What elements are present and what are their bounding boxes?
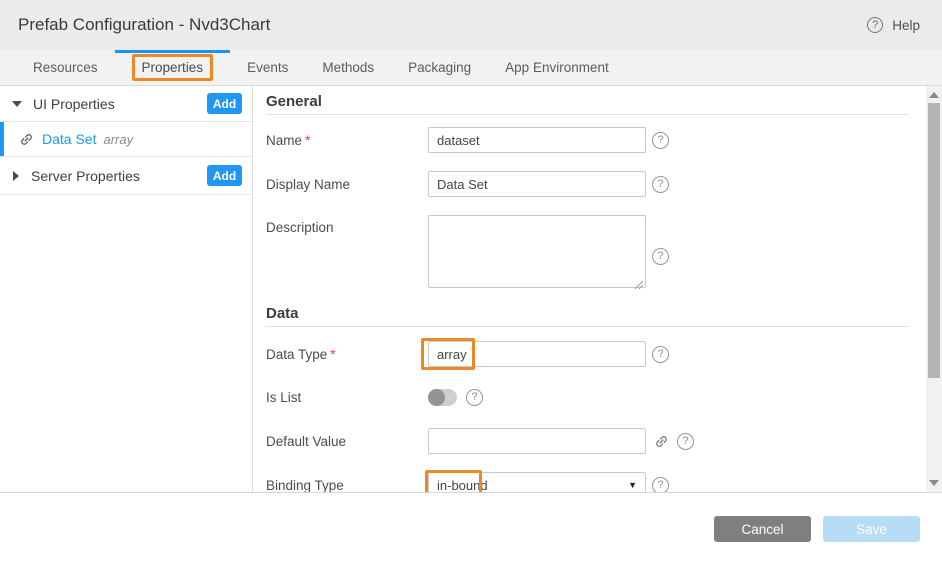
tab-label: Resources — [33, 60, 98, 75]
tab-resources[interactable]: Resources — [16, 50, 115, 85]
tab-packaging[interactable]: Packaging — [391, 50, 488, 85]
page-title: Prefab Configuration - Nvd3Chart — [18, 15, 270, 35]
is-list-toggle[interactable] — [428, 389, 457, 406]
tab-properties[interactable]: Properties — [115, 50, 231, 85]
field-label: Default Value — [266, 434, 428, 449]
display-name-help-icon[interactable]: ? — [652, 176, 669, 193]
field-label: Display Name — [266, 177, 428, 192]
link-icon — [16, 128, 37, 149]
required-asterisk: * — [330, 347, 335, 362]
tab-label: Methods — [322, 60, 374, 75]
field-label: Name* — [266, 133, 428, 148]
chevron-right-icon — [13, 171, 19, 181]
description-textarea[interactable] — [428, 215, 646, 288]
sidebar-group-label: Server Properties — [31, 168, 207, 184]
property-item-label: Data Set — [42, 131, 96, 147]
required-asterisk: * — [305, 133, 310, 148]
dialog-body: UI Properties Add Data Set array Server … — [0, 86, 942, 493]
tab-app-environment[interactable]: App Environment — [488, 50, 626, 85]
display-name-input[interactable] — [428, 171, 646, 197]
help-button[interactable]: ? Help — [867, 17, 920, 33]
field-label: Data Type* — [266, 347, 428, 362]
sidebar-group-server-properties[interactable]: Server Properties Add — [0, 157, 252, 195]
field-row-data-type: Data Type* ? — [266, 341, 926, 367]
tab-bar: Resources Properties Events Methods Pack… — [0, 50, 942, 86]
field-row-binding-type: Binding Type in-bound ▼ ? — [266, 472, 926, 492]
vertical-scrollbar[interactable] — [926, 86, 942, 492]
name-help-icon[interactable]: ? — [652, 132, 669, 149]
description-help-icon[interactable]: ? — [652, 248, 669, 265]
field-row-default-value: Default Value ? — [266, 428, 926, 454]
field-label: Description — [266, 215, 428, 235]
tab-label: App Environment — [505, 60, 609, 75]
property-form: General Name* ? Display Name ? Descripti — [253, 86, 926, 492]
scroll-down-icon[interactable] — [929, 480, 939, 486]
tab-methods[interactable]: Methods — [305, 50, 391, 85]
tab-label: Events — [247, 60, 288, 75]
save-button[interactable]: Save — [823, 516, 920, 542]
binding-type-select[interactable]: in-bound ▼ — [428, 472, 646, 492]
default-value-input[interactable] — [428, 428, 646, 454]
scrollbar-thumb[interactable] — [928, 103, 940, 378]
prefab-configuration-dialog: Prefab Configuration - Nvd3Chart ? Help … — [0, 0, 942, 562]
binding-type-value: in-bound — [437, 478, 488, 493]
field-row-description: Description ? — [266, 215, 926, 293]
sidebar-group-label: UI Properties — [33, 96, 207, 112]
toggle-knob — [428, 389, 445, 406]
sidebar-item-data-set[interactable]: Data Set array — [0, 122, 252, 157]
data-type-help-icon[interactable]: ? — [652, 346, 669, 363]
name-input[interactable] — [428, 127, 646, 153]
sidebar-group-ui-properties[interactable]: UI Properties Add — [0, 86, 252, 122]
help-label: Help — [892, 18, 920, 33]
dropdown-arrow-icon: ▼ — [628, 480, 637, 490]
properties-sidebar: UI Properties Add Data Set array Server … — [0, 86, 253, 492]
cancel-button[interactable]: Cancel — [714, 516, 811, 542]
field-label: Binding Type — [266, 478, 428, 493]
tab-events[interactable]: Events — [230, 50, 305, 85]
chevron-down-icon — [12, 101, 22, 107]
scroll-up-icon[interactable] — [929, 92, 939, 98]
add-ui-property-button[interactable]: Add — [207, 93, 242, 114]
tab-label-highlighted: Properties — [132, 54, 214, 81]
section-heading-general: General — [266, 95, 909, 115]
tab-label: Packaging — [408, 60, 471, 75]
default-value-help-icon[interactable]: ? — [677, 433, 694, 450]
field-label: Is List — [266, 390, 428, 405]
bind-link-icon[interactable] — [651, 430, 672, 451]
data-type-input[interactable] — [428, 341, 646, 367]
field-row-is-list: Is List ? — [266, 389, 926, 406]
section-heading-data: Data — [266, 307, 909, 327]
dialog-footer: Cancel Save — [0, 493, 942, 561]
binding-type-help-icon[interactable]: ? — [652, 477, 669, 493]
dialog-header: Prefab Configuration - Nvd3Chart ? Help — [0, 0, 942, 50]
help-question-icon: ? — [867, 17, 883, 33]
field-row-name: Name* ? — [266, 127, 926, 153]
add-server-property-button[interactable]: Add — [207, 165, 242, 186]
is-list-help-icon[interactable]: ? — [466, 389, 483, 406]
property-item-type: array — [103, 132, 133, 147]
field-row-display-name: Display Name ? — [266, 171, 926, 197]
